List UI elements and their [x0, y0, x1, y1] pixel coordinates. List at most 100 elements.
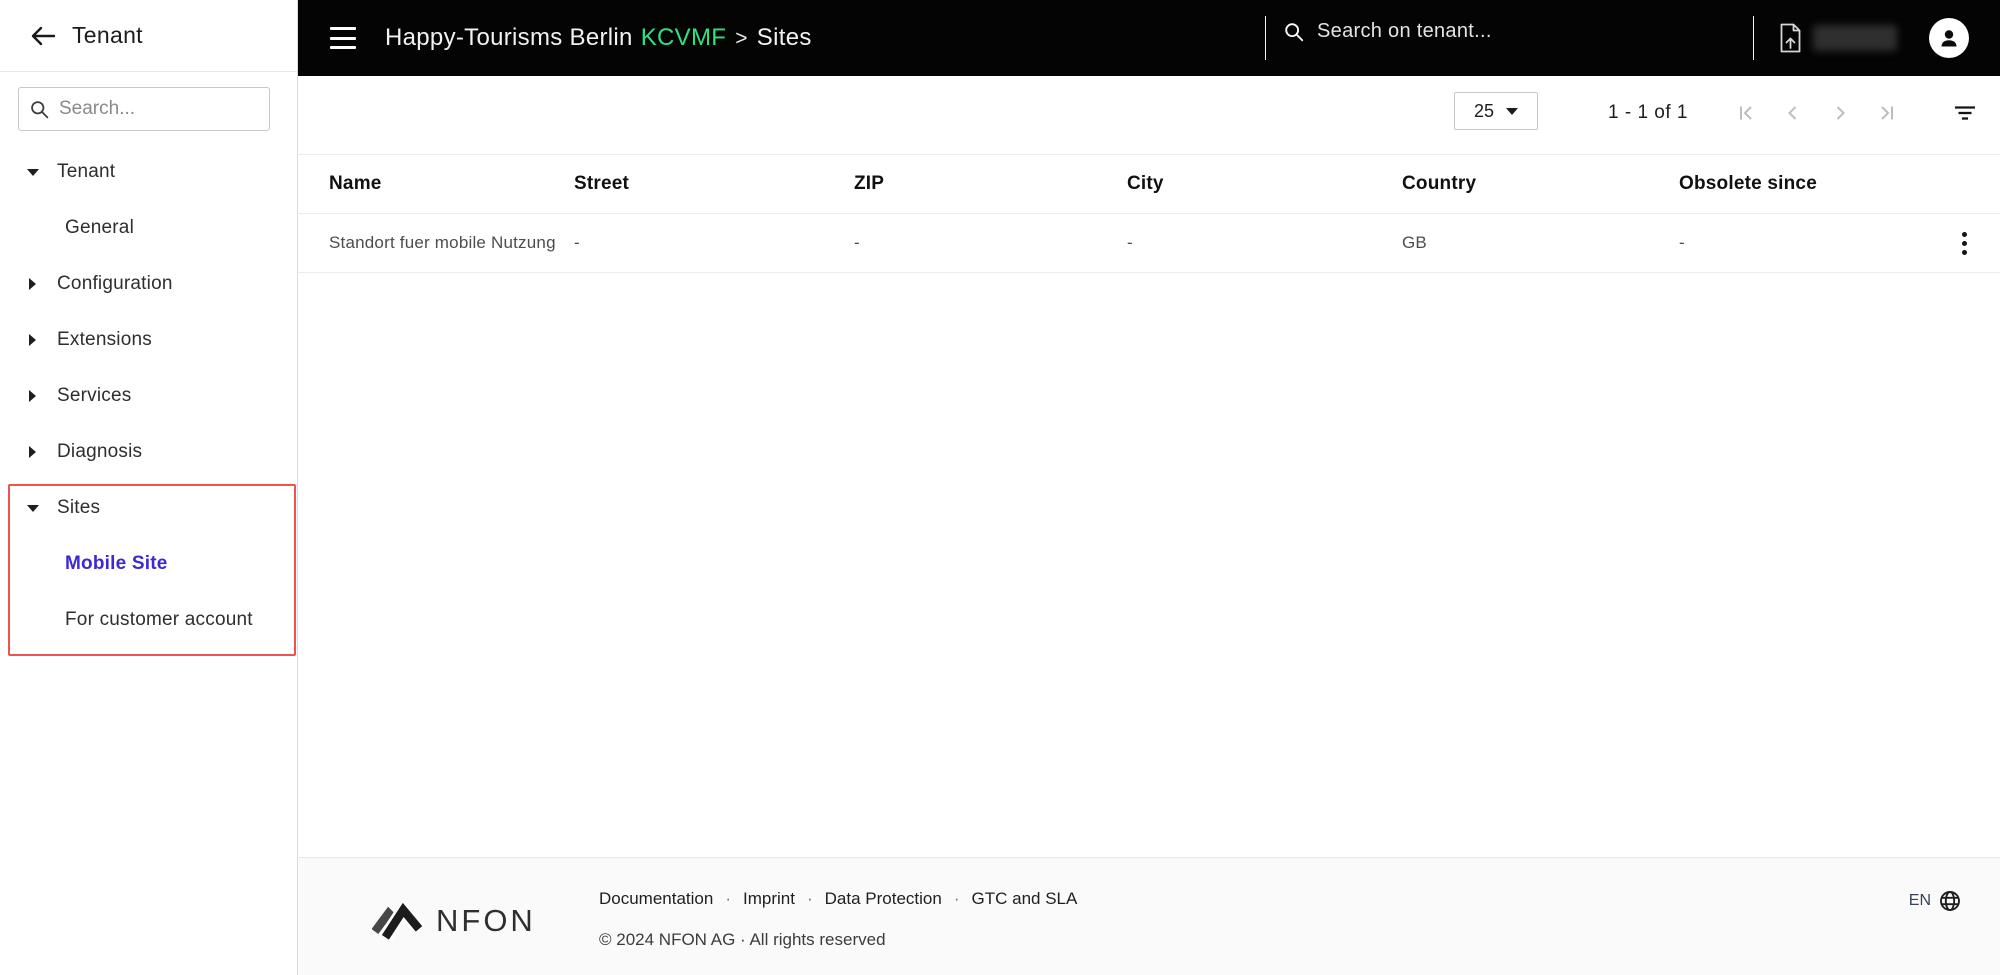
breadcrumb-page: Sites [756, 24, 812, 51]
sidebar-item-extensions[interactable]: Extensions [0, 312, 297, 368]
globe-icon [1940, 891, 1960, 911]
cell-name: Standort fuer mobile Nutzung [329, 233, 556, 252]
footer-link-imprint[interactable]: Imprint [743, 889, 795, 909]
sidebar-item-sites[interactable]: Sites [0, 480, 297, 536]
sidebar-search-input[interactable] [59, 98, 249, 120]
nfon-logo-icon [372, 900, 424, 942]
filter-icon [1955, 106, 1975, 120]
sidebar-item-label: Extensions [57, 329, 152, 350]
previous-page-button[interactable] [1781, 101, 1805, 125]
page-size-value: 25 [1473, 100, 1495, 121]
table-header-row: Name Street ZIP City Country Obsolete since [298, 154, 2000, 214]
main-content: 25 1 - 1 of 1 Name Street ZIP City Count… [298, 76, 2000, 857]
column-header-country[interactable]: Country [1402, 173, 1679, 195]
back-arrow-icon [31, 26, 56, 45]
sidebar-item-label: Configuration [57, 273, 173, 294]
chevron-left-icon [1788, 106, 1797, 120]
cell-country: GB [1402, 233, 1427, 252]
person-icon [1941, 30, 1957, 47]
row-menu-button[interactable] [1952, 227, 1976, 259]
footer-link-separator: · [953, 889, 960, 908]
sidebar-item-mobile-site[interactable]: Mobile Site [0, 536, 297, 592]
sidebar: Tenant Tenant General Configuration Extensi… [0, 0, 298, 975]
cell-obsolete-since: - [1679, 233, 1685, 252]
chevron-right-icon[interactable] [29, 390, 36, 402]
sidebar-item-general[interactable]: General [0, 200, 297, 256]
sidebar-item-configuration[interactable]: Configuration [0, 256, 297, 312]
chevron-right-icon [1836, 106, 1845, 120]
chevron-right-icon[interactable] [29, 334, 36, 346]
column-header-city[interactable]: City [1127, 173, 1402, 195]
sidebar-item-label: For customer account [65, 609, 253, 630]
chevron-down-icon[interactable] [27, 168, 39, 176]
sidebar-item-services[interactable]: Services [0, 368, 297, 424]
redacted-username [1813, 25, 1897, 51]
back-button[interactable] [28, 21, 58, 51]
footer-copyright: © 2024 NFON AG · All rights reserved [599, 930, 886, 949]
user-avatar-button[interactable] [1929, 18, 1969, 58]
pagination-controls [1734, 101, 1899, 125]
last-page-icon [1881, 106, 1893, 120]
cell-actions [1952, 227, 2000, 259]
footer: NFON Documentation · Imprint · Data Protecti… [298, 857, 2000, 975]
app-window: Tenant Tenant General Configuration Extensi… [0, 0, 2000, 975]
cell-street: - [574, 233, 580, 252]
footer-links: Documentation · Imprint · Data Protection · GT… [599, 889, 1077, 909]
last-page-button[interactable] [1875, 101, 1899, 125]
column-header-name[interactable]: Name [329, 173, 574, 195]
column-header-zip[interactable]: ZIP [854, 173, 1127, 195]
sidebar-item-tenant[interactable]: Tenant [0, 144, 297, 200]
column-header-obsolete-since[interactable]: Obsolete since [1679, 173, 1952, 195]
tenant-search[interactable] [1283, 20, 1723, 43]
sidebar-title: Tenant [72, 22, 143, 48]
cell-zip: - [854, 233, 860, 252]
top-header: Happy-Tourisms Berlin KCVMF > Sites [298, 0, 2000, 76]
page-size-select[interactable]: 25 [1454, 92, 1538, 130]
nfon-logo-text: NFON [436, 903, 536, 938]
header-divider [1265, 16, 1266, 60]
breadcrumb-separator: > [735, 27, 748, 50]
sites-table: Name Street ZIP City Country Obsolete since S… [298, 154, 2000, 273]
sidebar-item-for-customer-account[interactable]: For customer account [0, 592, 297, 648]
table-body: Standort fuer mobile Nutzung - - - GB - [298, 214, 2000, 273]
language-switcher[interactable]: EN [1909, 889, 1962, 913]
filter-button[interactable] [1951, 101, 1979, 125]
export-icon [1780, 23, 1801, 53]
footer-link-gtc-and-sla[interactable]: GTC and SLA [972, 889, 1078, 909]
footer-link-separator: · [725, 889, 732, 908]
pagination-range: 1 - 1 of 1 [1608, 102, 1688, 123]
breadcrumb-tenant-code[interactable]: KCVMF [641, 24, 727, 51]
export-button[interactable] [1777, 22, 1804, 54]
cell-city: - [1127, 233, 1133, 252]
column-header-street[interactable]: Street [574, 173, 854, 195]
language-code: EN [1908, 892, 1931, 909]
menu-icon[interactable] [330, 27, 356, 49]
next-page-button[interactable] [1828, 101, 1852, 125]
sidebar-item-label: Sites [57, 497, 101, 518]
search-icon [1285, 22, 1304, 41]
sidebar-header: Tenant [0, 0, 297, 72]
footer-link-data-protection[interactable]: Data Protection [825, 889, 942, 909]
chevron-down-icon[interactable] [27, 504, 39, 512]
first-page-button[interactable] [1734, 101, 1758, 125]
chevron-right-icon[interactable] [29, 278, 36, 290]
table-row[interactable]: Standort fuer mobile Nutzung - - - GB - [298, 214, 2000, 273]
tenant-search-input[interactable] [1317, 20, 1697, 43]
sidebar-item-label: Tenant [57, 161, 116, 182]
sidebar-item-diagnosis[interactable]: Diagnosis [0, 424, 297, 480]
breadcrumb-tenant: Happy-Tourisms Berlin [385, 24, 633, 51]
sidebar-item-label: Diagnosis [57, 441, 143, 462]
footer-link-documentation[interactable]: Documentation [599, 889, 713, 909]
sidebar-item-label: Mobile Site [65, 553, 168, 574]
caret-down-icon [1506, 107, 1519, 115]
footer-link-separator: · [806, 889, 813, 908]
nfon-brand: NFON [372, 900, 536, 942]
chevron-right-icon[interactable] [29, 446, 36, 458]
breadcrumb: Happy-Tourisms Berlin KCVMF > Sites [385, 24, 812, 52]
header-divider [1753, 16, 1754, 60]
sidebar-search[interactable] [18, 87, 270, 131]
sidebar-item-label: General [65, 217, 134, 238]
sidebar-item-label: Services [57, 385, 132, 406]
search-icon [31, 100, 49, 118]
sidebar-nav: Tenant General Configuration Extensions Serv… [0, 144, 297, 648]
